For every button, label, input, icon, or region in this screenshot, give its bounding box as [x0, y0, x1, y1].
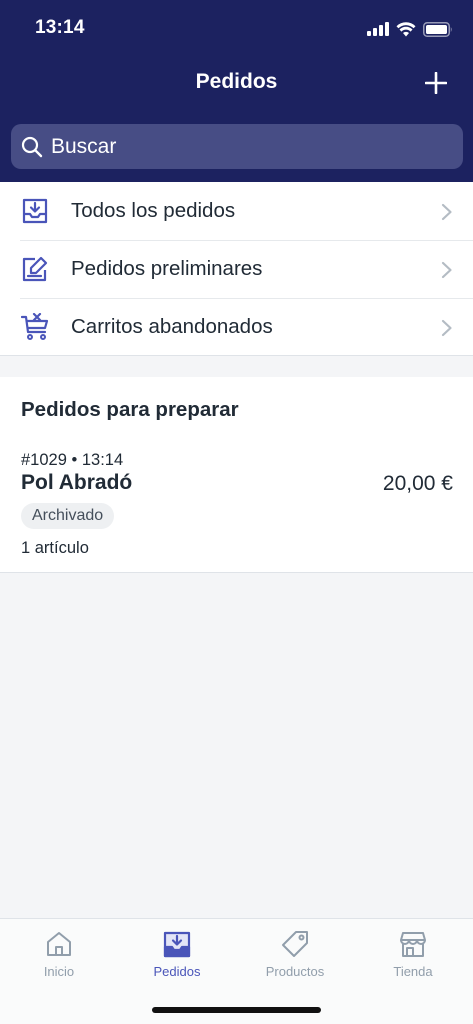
home-indicator[interactable] — [152, 1007, 321, 1013]
order-number: #1029 — [21, 451, 67, 469]
header: 13:14 Pedidos Buscar — [0, 0, 473, 182]
menu-item-abandoned-carts[interactable]: Carritos abandonados — [0, 298, 473, 356]
menu-item-draft-orders[interactable]: Pedidos preliminares — [0, 240, 473, 298]
tab-products[interactable]: Productos — [236, 929, 354, 989]
add-order-button[interactable] — [421, 68, 451, 98]
order-meta: #1029 • 13:14 — [21, 451, 123, 470]
chevron-right-icon — [441, 319, 452, 337]
plus-icon — [425, 72, 447, 94]
menu-item-label: Pedidos preliminares — [71, 257, 263, 280]
section-title: Pedidos para preparar — [21, 398, 239, 421]
order-row[interactable]: #1029 • 13:14 Pol Abradó 20,00 € Archiva… — [0, 447, 473, 567]
search-input[interactable]: Buscar — [11, 124, 463, 169]
tab-store[interactable]: Tienda — [354, 929, 472, 989]
menu-item-label: Todos los pedidos — [71, 199, 236, 222]
search-placeholder: Buscar — [51, 134, 117, 158]
orders-to-fulfill-card: Pedidos para preparar #1029 • 13:14 Pol … — [0, 377, 473, 573]
order-total: 20,00 € — [382, 472, 453, 495]
tab-label: Productos — [265, 964, 325, 979]
wifi-icon — [396, 21, 416, 36]
chevron-right-icon — [441, 203, 452, 221]
tab-label: Pedidos — [153, 964, 201, 979]
status-badge: Archivado — [21, 503, 115, 529]
tab-label: Inicio — [43, 964, 75, 979]
page-title: Pedidos — [195, 70, 278, 93]
home-icon — [47, 932, 71, 956]
cart-remove-icon — [21, 313, 49, 340]
menu-item-label: Carritos abandonados — [71, 315, 273, 338]
status-bar: 13:14 — [0, 0, 473, 56]
status-icons — [367, 20, 453, 38]
store-icon — [400, 932, 426, 957]
tag-icon — [282, 931, 308, 957]
chevron-right-icon — [441, 261, 452, 279]
meta-separator: • — [71, 451, 82, 469]
item-count: 1 artículo — [21, 539, 89, 557]
status-time: 13:14 — [35, 17, 85, 38]
signal-icon — [367, 22, 389, 36]
orders-icon — [163, 931, 191, 958]
draft-edit-icon — [22, 256, 48, 282]
orders-menu-list: Todos los pedidos Pedidos preliminares C… — [0, 182, 473, 356]
battery-icon — [423, 21, 452, 37]
menu-item-all-orders[interactable]: Todos los pedidos — [0, 182, 473, 240]
search-icon — [21, 136, 43, 157]
inbox-download-icon — [22, 198, 48, 224]
tab-orders[interactable]: Pedidos — [118, 929, 236, 989]
tab-home[interactable]: Inicio — [0, 929, 118, 989]
customer-name: Pol Abradó — [21, 471, 133, 494]
order-time: 13:14 — [81, 451, 124, 469]
tab-label: Tienda — [393, 964, 433, 979]
